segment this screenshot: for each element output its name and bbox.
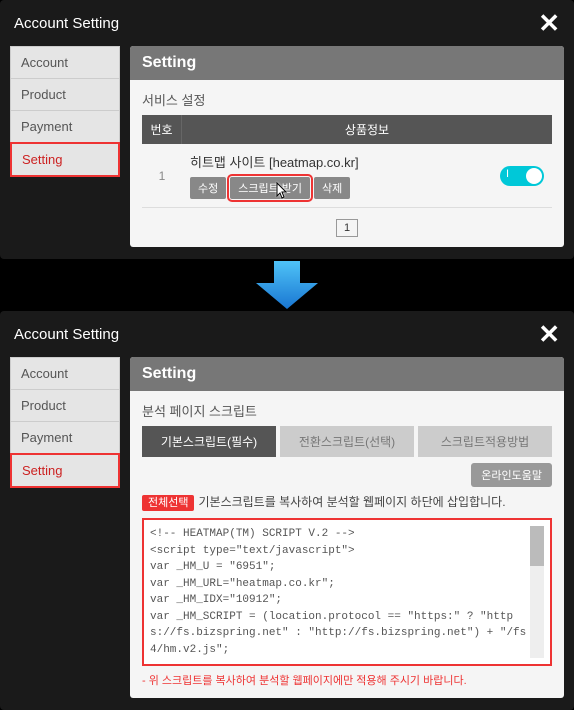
script-textarea[interactable]: <!-- HEATMAP(TM) SCRIPT V.2 --> <script … bbox=[142, 518, 552, 666]
toggle-knob bbox=[526, 168, 542, 184]
window-title: Account Setting bbox=[14, 326, 119, 343]
edit-button[interactable]: 수정 bbox=[190, 177, 226, 199]
arrow-down-icon bbox=[0, 261, 574, 309]
sidebar-item-payment[interactable]: Payment bbox=[10, 110, 120, 142]
toggle-label: I bbox=[506, 168, 509, 180]
sidebar-item-product[interactable]: Product bbox=[10, 78, 120, 110]
tab-basic-script[interactable]: 기본스크립트(필수) bbox=[142, 426, 276, 457]
row-number: 1 bbox=[142, 169, 182, 183]
sidebar-item-payment[interactable]: Payment bbox=[10, 421, 120, 453]
panel-header: Setting bbox=[130, 46, 564, 80]
tab-apply-method[interactable]: 스크립트적용방법 bbox=[418, 426, 552, 457]
table-header: 번호 상품정보 bbox=[142, 115, 552, 144]
sidebar-item-account[interactable]: Account bbox=[10, 357, 120, 389]
tab-conversion-script[interactable]: 전환스크립트(선택) bbox=[280, 426, 414, 457]
close-icon[interactable]: ✕ bbox=[538, 321, 560, 347]
page-1[interactable]: 1 bbox=[336, 219, 358, 237]
sidebar-item-account[interactable]: Account bbox=[10, 46, 120, 78]
enable-toggle[interactable]: I bbox=[500, 166, 544, 186]
col-number: 번호 bbox=[142, 115, 182, 144]
sidebar-item-setting[interactable]: Setting bbox=[10, 453, 120, 488]
section-title: 서비스 설정 bbox=[142, 90, 552, 109]
window-title: Account Setting bbox=[14, 15, 119, 32]
delete-button[interactable]: 삭제 bbox=[314, 177, 350, 199]
notice-row: 전체선택 기본스크립트를 복사하여 분석할 웹페이지 하단에 삽입합니다. bbox=[142, 493, 552, 510]
online-help-button[interactable]: 온라인도움말 bbox=[471, 463, 552, 487]
sidebar: Account Product Payment Setting bbox=[10, 46, 120, 247]
select-all-badge[interactable]: 전체선택 bbox=[142, 495, 194, 511]
col-info: 상품정보 bbox=[182, 115, 552, 144]
section-title: 분석 페이지 스크립트 bbox=[142, 401, 552, 420]
close-icon[interactable]: ✕ bbox=[538, 10, 560, 36]
scroll-thumb[interactable] bbox=[530, 526, 544, 566]
warning-text: - 위 스크립트를 복사하여 분석할 웹페이지에만 적용해 주시기 바랍니다. bbox=[142, 672, 552, 688]
table-row: 1 히트맵 사이트 [heatmap.co.kr] 수정 스크립트 받기 삭제 bbox=[142, 144, 552, 208]
script-content[interactable]: <!-- HEATMAP(TM) SCRIPT V.2 --> <script … bbox=[150, 526, 530, 658]
get-script-button[interactable]: 스크립트 받기 bbox=[230, 177, 310, 199]
panel-header: Setting bbox=[130, 357, 564, 391]
site-name: 히트맵 사이트 [heatmap.co.kr] bbox=[190, 152, 500, 171]
sidebar-item-setting[interactable]: Setting bbox=[10, 142, 120, 177]
notice-text: 기본스크립트를 복사하여 분석할 웹페이지 하단에 삽입합니다. bbox=[198, 495, 505, 509]
tab-bar: 기본스크립트(필수) 전환스크립트(선택) 스크립트적용방법 bbox=[142, 426, 552, 457]
sidebar-item-product[interactable]: Product bbox=[10, 389, 120, 421]
scrollbar[interactable] bbox=[530, 526, 544, 658]
pagination: 1 bbox=[142, 218, 552, 237]
sidebar: Account Product Payment Setting bbox=[10, 357, 120, 698]
